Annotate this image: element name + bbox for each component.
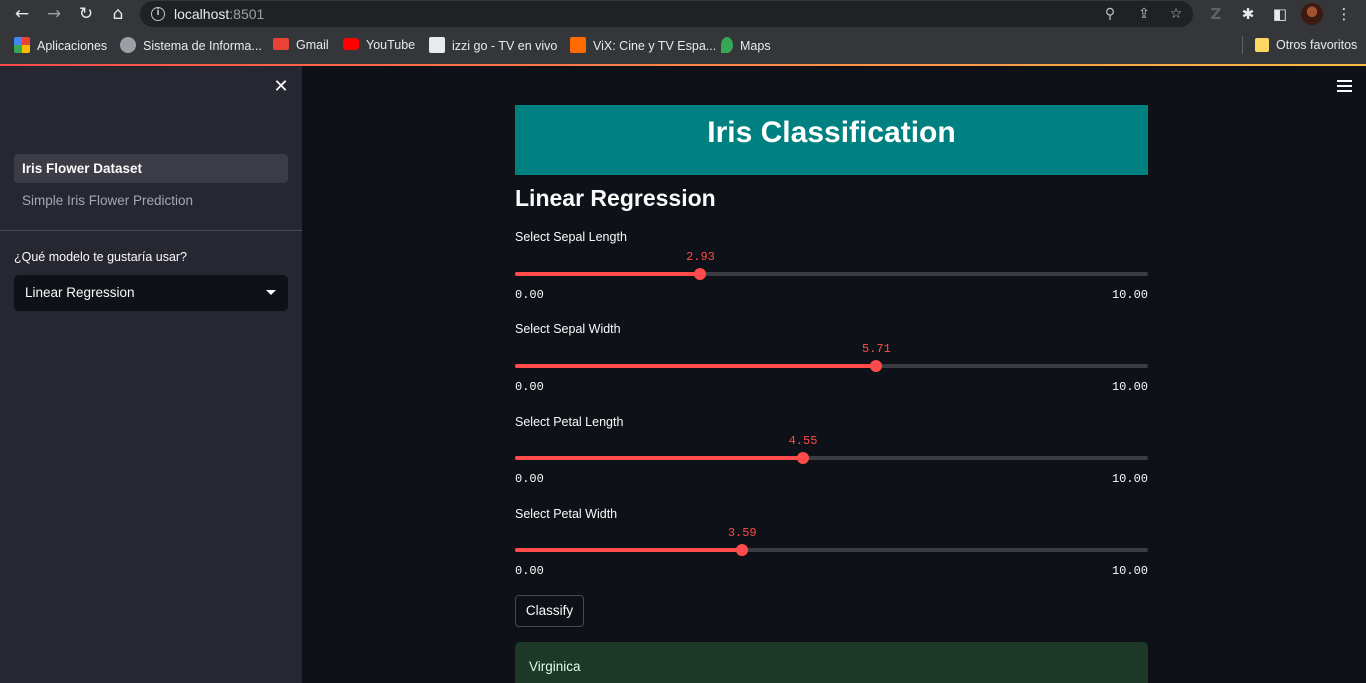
side-panel-icon[interactable]: ◧: [1269, 3, 1291, 25]
star-icon[interactable]: ☆: [1166, 4, 1186, 24]
bookmark-vix[interactable]: ViX: Cine y TV Espa...: [570, 37, 716, 55]
result-alert: Virginica: [515, 642, 1148, 683]
slider-thumb[interactable]: [797, 452, 809, 464]
slider-fill: [515, 272, 701, 276]
slider-petal-width[interactable]: 3.59: [515, 526, 1148, 556]
sidebar-divider: [0, 230, 302, 231]
bookmark-other[interactable]: Otros favoritos: [1255, 37, 1357, 55]
page-title: Iris Classification: [707, 116, 956, 149]
slider-petal-length[interactable]: 4.55: [515, 434, 1148, 464]
youtube-icon: [343, 38, 359, 50]
slider-thumb[interactable]: [736, 544, 749, 556]
model-select[interactable]: Linear Regression: [14, 275, 288, 311]
url-text: localhost:8501: [174, 6, 265, 22]
slider-label-petal-width: Select Petal Width: [515, 507, 618, 521]
slider-fill: [515, 456, 803, 460]
hamburger-menu-icon[interactable]: [1337, 80, 1352, 92]
slider-max: 10.00: [1111, 472, 1148, 486]
slider-thumb[interactable]: [870, 360, 883, 372]
maps-pin-icon: [721, 37, 733, 53]
slider-min: 0.00: [515, 380, 544, 394]
sidebar-item-iris-dataset[interactable]: Iris Flower Dataset: [14, 154, 288, 183]
bookmark-izzi[interactable]: izzi go - TV en vivo: [429, 37, 557, 55]
bookmark-youtube[interactable]: YouTube: [343, 37, 415, 55]
menu-dots-icon[interactable]: ⋮: [1333, 3, 1355, 25]
home-icon[interactable]: ⌂: [107, 3, 129, 25]
classify-button[interactable]: Classify: [515, 595, 584, 627]
slider-max: 10.00: [1111, 564, 1148, 578]
model-select-label: ¿Qué modelo te gustaría usar?: [14, 250, 188, 264]
slider-thumb[interactable]: [694, 268, 707, 280]
slider-max: 10.00: [1111, 288, 1148, 302]
share-icon[interactable]: ⇪: [1134, 4, 1154, 24]
slider-min: 0.00: [515, 564, 544, 578]
browser-toolbar: ← → ↻ ⌂ i localhost:8501 ⚲ ⇪ ☆ Z ✱ ◧ ⋮: [0, 0, 1366, 28]
slider-sepal-length[interactable]: 2.93: [515, 250, 1148, 280]
vix-icon: [570, 37, 586, 53]
result-text: Virginica: [529, 659, 581, 674]
bookmark-maps[interactable]: Maps: [721, 37, 771, 55]
bookmark-sistema[interactable]: Sistema de Informa...: [120, 37, 262, 55]
model-select-value: Linear Regression: [25, 285, 135, 300]
slider-fill: [515, 548, 743, 552]
bookmark-apps[interactable]: Aplicaciones: [14, 37, 107, 55]
slider-min: 0.00: [515, 472, 544, 486]
bookmarks-bar: Aplicaciones Sistema de Informa... Gmail…: [0, 28, 1366, 64]
reload-icon[interactable]: ↻: [75, 3, 97, 25]
slider-value: 4.55: [788, 434, 818, 448]
slider-value: 3.59: [727, 526, 757, 540]
title-banner: Iris Classification: [515, 105, 1148, 175]
back-icon[interactable]: ←: [11, 3, 33, 25]
slider-label-sepal-length: Select Sepal Length: [515, 230, 627, 244]
apps-grid-icon: [14, 37, 30, 53]
slider-value: 5.71: [862, 342, 891, 356]
profile-avatar[interactable]: [1301, 3, 1323, 25]
info-icon[interactable]: i: [151, 7, 165, 21]
sidebar-item-prediction[interactable]: Simple Iris Flower Prediction: [14, 186, 288, 215]
slider-label-sepal-width: Select Sepal Width: [515, 322, 621, 336]
model-subheader: Linear Regression: [515, 185, 716, 211]
zoom-icon[interactable]: ⚲: [1100, 4, 1120, 24]
slider-sepal-width[interactable]: 5.71: [515, 342, 1148, 372]
gmail-icon: [273, 38, 289, 50]
izzi-icon: [429, 37, 445, 53]
close-sidebar-icon[interactable]: ✕: [272, 78, 290, 96]
slider-max: 10.00: [1111, 380, 1148, 394]
bookmarks-divider: [1242, 36, 1243, 54]
slider-min: 0.00: [515, 288, 544, 302]
bookmark-gmail[interactable]: Gmail: [273, 37, 329, 55]
forward-icon[interactable]: →: [43, 3, 65, 25]
slider-label-petal-length: Select Petal Length: [515, 415, 624, 429]
sidebar: ✕ Iris Flower Dataset Simple Iris Flower…: [0, 66, 302, 683]
address-bar[interactable]: i localhost:8501 ⚲ ⇪ ☆: [140, 1, 1193, 27]
globe-icon: [120, 37, 136, 53]
extension-z-icon[interactable]: Z: [1205, 3, 1227, 25]
folder-icon: [1255, 38, 1269, 52]
chevron-down-icon: [266, 290, 276, 295]
extensions-icon[interactable]: ✱: [1237, 3, 1259, 25]
slider-value: 2.93: [686, 250, 715, 264]
slider-fill: [515, 364, 877, 368]
